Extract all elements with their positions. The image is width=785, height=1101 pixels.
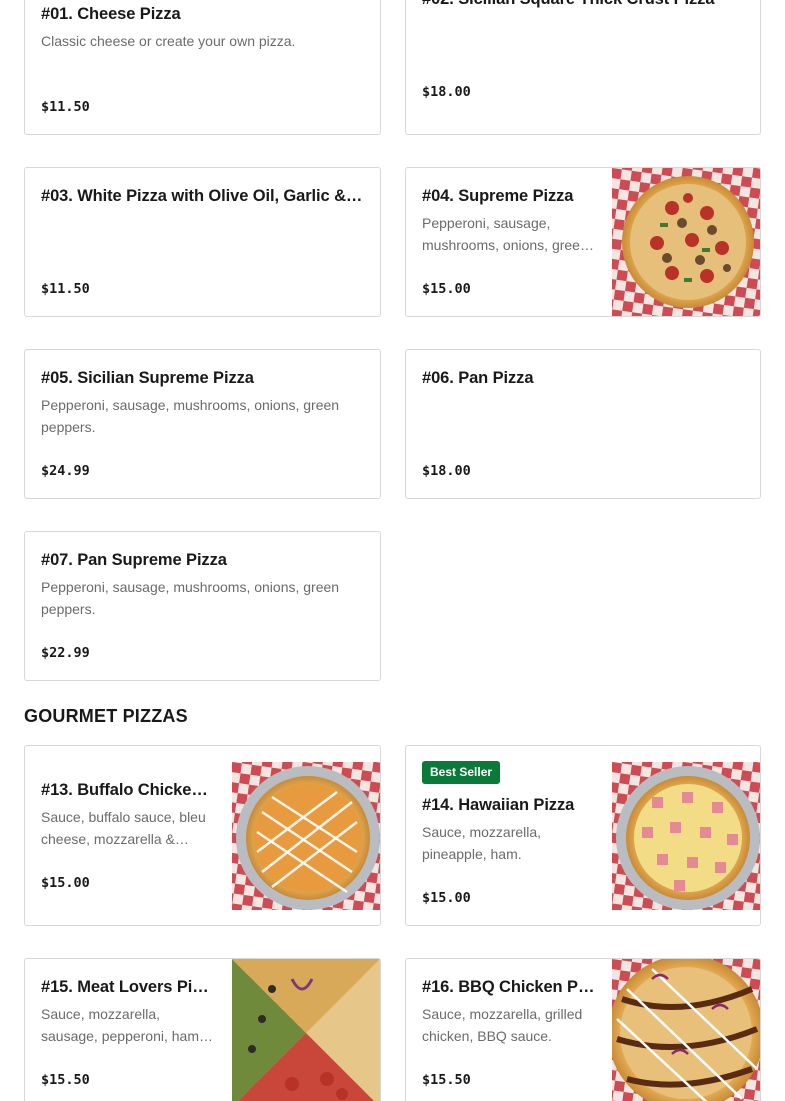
item-title: #03. White Pizza with Olive Oil, Garlic … [41,187,364,205]
pizza-photo [232,959,380,1101]
item-description: Pepperoni, sausage, mushrooms, onions, g… [41,579,340,617]
item-price: $18.00 [422,463,471,479]
item-price: $15.00 [422,281,471,297]
item-title: #13. Buffalo Chicken Pizza [41,781,216,799]
pizza-photo [612,959,760,1101]
menu-item-04[interactable]: #04. Supreme Pizza Pepperoni, sausage, m… [405,167,761,317]
pizza-photo [612,762,760,910]
item-price: $11.50 [41,281,90,297]
item-description: Sauce, mozzarella, sausage, pepperoni, h… [41,1006,203,1044]
item-price: $15.00 [41,875,90,891]
menu-item-05[interactable]: #05. Sicilian Supreme Pizza Pepperoni, s… [24,349,381,499]
item-title: #01. Cheese Pizza [41,5,181,23]
pizza-photo [232,762,380,910]
item-title: #14. Hawaiian Pizza [422,796,575,814]
menu-item-03[interactable]: #03. White Pizza with Olive Oil, Garlic … [24,167,381,317]
menu-item-15[interactable]: #15. Meat Lovers Pizza Sauce, mozzarella… [24,958,381,1101]
menu-item-07[interactable]: #07. Pan Supreme Pizza Pepperoni, sausag… [24,531,381,681]
item-description: Sauce, buffalo sauce, bleu cheese, mozza… [41,809,206,847]
item-title: #07. Pan Supreme Pizza [41,551,227,569]
menu-item-02[interactable]: #02. Sicilian Square Thick Crust Pizza $… [405,0,761,135]
item-title: #04. Supreme Pizza [422,187,574,205]
menu-item-14[interactable]: Best Seller #14. Hawaiian Pizza Sauce, m… [405,745,761,926]
item-description: Pepperoni, sausage, mushrooms, onions, g… [41,397,340,435]
item-description: Sauce, mozzarella, grilled chicken, BBQ … [422,1006,583,1044]
menu-item-01[interactable]: #01. Cheese Pizza Classic cheese or crea… [24,0,381,135]
menu-item-06[interactable]: #06. Pan Pizza $18.00 [405,349,761,499]
item-title: #02. Sicilian Square Thick Crust Pizza [422,0,744,10]
pizza-photo [612,168,760,316]
item-price: $11.50 [41,99,90,115]
menu-item-16[interactable]: #16. BBQ Chicken Pizza Sauce, mozzarella… [405,958,761,1101]
item-title: #06. Pan Pizza [422,369,534,387]
section-title-gourmet: GOURMET PIZZAS [24,706,188,726]
item-price: $15.50 [41,1072,90,1088]
item-price: $18.00 [422,84,471,100]
item-price: $24.99 [41,463,90,479]
item-description: Sauce, mozzarella, pineapple, ham. [422,824,542,862]
item-description: Pepperoni, sausage, mushrooms, onions, g… [422,215,588,253]
item-price: $15.50 [422,1072,471,1088]
menu-item-13[interactable]: #13. Buffalo Chicken Pizza Sauce, buffal… [24,745,381,926]
item-title: #05. Sicilian Supreme Pizza [41,369,254,387]
item-title: #16. BBQ Chicken Pizza [422,978,596,996]
best-seller-badge: Best Seller [422,761,501,784]
item-description: Classic cheese or create your own pizza. [41,33,296,49]
item-price: $15.00 [422,890,471,906]
item-price: $22.99 [41,645,90,661]
item-title: #15. Meat Lovers Pizza [41,978,216,996]
